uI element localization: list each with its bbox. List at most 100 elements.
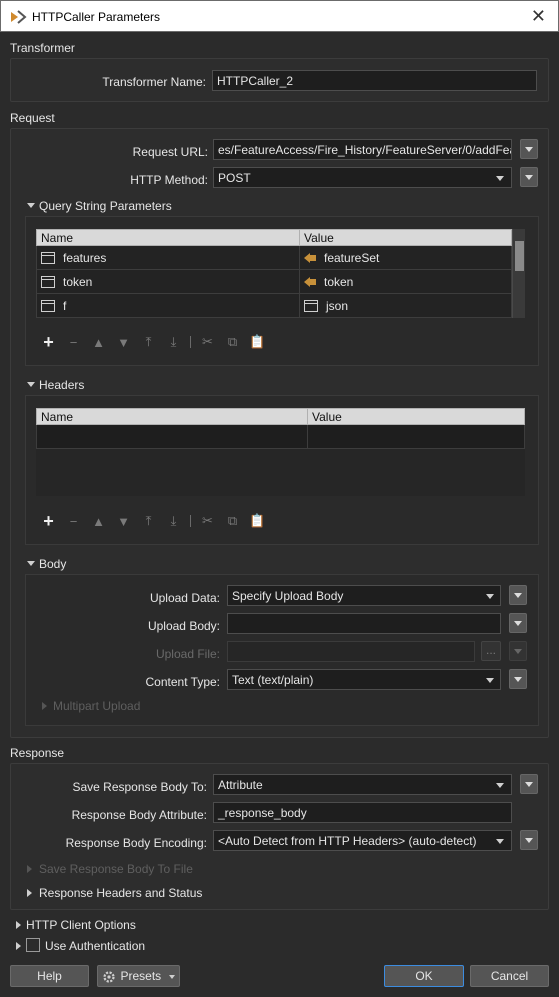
content-type-label: Content Type: <box>145 675 221 689</box>
header-name-cell[interactable] <box>36 424 308 449</box>
use-authentication-checkbox[interactable] <box>26 938 40 952</box>
cut-button[interactable]: ✂ <box>195 333 220 351</box>
remove-row-button[interactable]: − <box>61 512 86 530</box>
remove-row-button[interactable]: − <box>61 333 86 351</box>
response-body-attribute-field[interactable]: _response_body <box>213 802 512 823</box>
multipart-upload-label: Multipart Upload <box>53 699 141 713</box>
query-params-toolbar: + − ▲ ▼ ⤒ ⤓ ✂ ⧉ 📋 <box>36 332 270 352</box>
body-panel: Upload Data: Specify Upload Body Upload … <box>25 574 539 726</box>
move-top-button[interactable]: ⤒ <box>136 333 161 351</box>
save-to-file-expand-icon[interactable] <box>27 865 32 873</box>
http-client-options-label[interactable]: HTTP Client Options <box>26 918 136 932</box>
query-params-title: Query String Parameters <box>39 199 172 213</box>
http-client-options-expand-icon[interactable] <box>16 921 21 929</box>
add-row-button[interactable]: + <box>36 332 61 352</box>
scrollbar-thumb[interactable] <box>515 241 524 271</box>
paste-button[interactable]: 📋 <box>245 333 270 351</box>
move-down-button[interactable]: ▼ <box>111 333 136 351</box>
transformer-name-label: Transformer Name: <box>102 75 206 89</box>
upload-file-menu-button[interactable] <box>509 641 527 661</box>
query-param-value[interactable]: json <box>299 293 512 318</box>
http-method-chevron-down-icon <box>496 176 504 181</box>
headers-table: Name Value <box>36 408 525 449</box>
transformer-name-field[interactable]: HTTPCaller_2 <box>212 70 537 91</box>
query-param-name[interactable]: features <box>36 245 300 270</box>
request-panel: Request URL: es/FeatureAccess/Fire_Histo… <box>10 128 549 738</box>
copy-button[interactable]: ⧉ <box>220 333 245 351</box>
upload-data-chevron-down-icon <box>486 594 494 599</box>
response-body-attribute-label: Response Body Attribute: <box>71 808 207 822</box>
table-row[interactable]: token token <box>36 269 512 294</box>
header-value-cell[interactable] <box>307 424 525 449</box>
query-param-name[interactable]: f <box>36 293 300 318</box>
query-value-column-header: Value <box>299 229 512 246</box>
browse-file-button[interactable]: ... <box>481 641 501 661</box>
request-url-label: Request URL: <box>132 145 208 159</box>
table-row[interactable]: f json <box>36 293 512 318</box>
query-param-value[interactable]: token <box>299 269 512 294</box>
upload-data-menu-button[interactable] <box>509 585 527 605</box>
save-response-to-file-label: Save Response Body To File <box>39 862 193 876</box>
ok-button[interactable]: OK <box>384 965 464 987</box>
title-bar: HTTPCaller Parameters ✕ <box>0 0 559 32</box>
presets-button[interactable]: Presets <box>97 965 180 987</box>
move-top-button[interactable]: ⤒ <box>136 512 161 530</box>
headers-status-expand-icon[interactable] <box>27 889 32 897</box>
response-section-title: Response <box>10 746 65 760</box>
headers-value-column-header: Value <box>307 408 525 425</box>
save-response-chevron-down-icon <box>496 783 504 788</box>
transformer-panel: Transformer Name: HTTPCaller_2 <box>10 58 549 102</box>
query-params-scrollbar[interactable] <box>512 229 525 318</box>
constant-icon <box>41 300 55 313</box>
upload-body-field[interactable] <box>227 613 501 634</box>
save-response-menu-button[interactable] <box>520 774 538 794</box>
use-authentication-expand-icon[interactable] <box>16 942 21 950</box>
toolbar-separator <box>190 336 191 348</box>
http-method-label: HTTP Method: <box>130 173 208 187</box>
request-url-field[interactable]: es/FeatureAccess/Fire_History/FeatureSer… <box>213 139 512 160</box>
query-param-value[interactable]: featureSet <box>299 245 512 270</box>
close-icon[interactable]: ✕ <box>531 7 546 25</box>
paste-button[interactable]: 📋 <box>245 512 270 530</box>
response-encoding-label: Response Body Encoding: <box>65 836 207 850</box>
move-up-button[interactable]: ▲ <box>86 333 111 351</box>
http-method-menu-button[interactable] <box>520 167 538 187</box>
move-down-button[interactable]: ▼ <box>111 512 136 530</box>
upload-body-label: Upload Body: <box>147 619 220 633</box>
http-method-select[interactable]: POST <box>213 167 512 188</box>
content-type-select[interactable]: Text (text/plain) <box>227 669 501 690</box>
move-bottom-button[interactable]: ⤓ <box>161 512 186 530</box>
constant-icon <box>304 300 318 313</box>
query-params-panel: Name Value features featureSet token tok… <box>25 216 539 366</box>
copy-button[interactable]: ⧉ <box>220 512 245 530</box>
constant-icon <box>41 276 55 289</box>
save-response-to-select[interactable]: Attribute <box>213 774 512 795</box>
upload-file-field[interactable] <box>227 641 475 662</box>
attribute-icon <box>304 277 318 288</box>
upload-data-select[interactable]: Specify Upload Body <box>227 585 501 606</box>
window-title: HTTPCaller Parameters <box>32 10 161 24</box>
move-up-button[interactable]: ▲ <box>86 512 111 530</box>
add-row-button[interactable]: + <box>36 511 61 531</box>
multipart-expand-icon[interactable] <box>42 702 47 710</box>
table-row[interactable] <box>36 424 525 449</box>
presets-button-label: Presets <box>120 969 162 983</box>
move-bottom-button[interactable]: ⤓ <box>161 333 186 351</box>
response-encoding-select[interactable]: <Auto Detect from HTTP Headers> (auto-de… <box>213 830 512 851</box>
content-type-menu-button[interactable] <box>509 669 527 689</box>
response-headers-status-label[interactable]: Response Headers and Status <box>39 886 202 900</box>
gear-icon <box>103 971 116 983</box>
cancel-button[interactable]: Cancel <box>470 965 549 987</box>
response-panel: Save Response Body To: Attribute Respons… <box>10 763 549 910</box>
upload-body-menu-button[interactable] <box>509 613 527 633</box>
body-collapse-icon[interactable] <box>27 561 35 566</box>
response-encoding-menu-button[interactable] <box>520 830 538 850</box>
headers-collapse-icon[interactable] <box>27 382 35 387</box>
query-param-name[interactable]: token <box>36 269 300 294</box>
query-params-collapse-icon[interactable] <box>27 203 35 208</box>
body-title: Body <box>39 557 67 571</box>
request-url-menu-button[interactable] <box>520 139 538 159</box>
table-row[interactable]: features featureSet <box>36 245 512 270</box>
help-button[interactable]: Help <box>10 965 89 987</box>
cut-button[interactable]: ✂ <box>195 512 220 530</box>
